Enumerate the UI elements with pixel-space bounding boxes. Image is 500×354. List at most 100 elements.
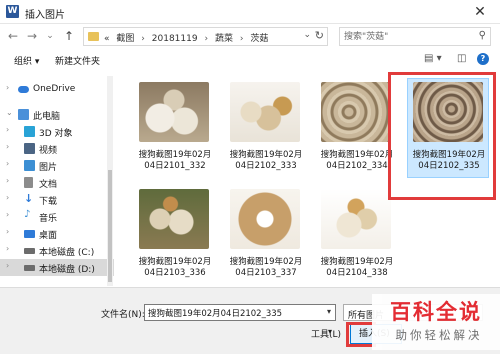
download-icon: ↓ [24,192,34,205]
breadcrumb-item[interactable]: 截图 [116,34,134,44]
help-icon[interactable]: ? [477,53,489,65]
file-thumbnail [230,189,300,249]
sidebar-item-drive-d[interactable]: › 本地磁盘 (D:) [0,259,114,276]
breadcrumb-item[interactable]: 蔬菜 [215,34,233,44]
sidebar-item-documents[interactable]: › 文档 [0,174,114,191]
file-name: 搜狗截图19年02月04日2104_338 [320,257,394,278]
organize-button[interactable]: 组织 ▾ [14,54,39,67]
filename-dropdown-icon[interactable]: ▾ [327,307,331,316]
breadcrumb-separator: › [204,34,209,44]
expand-arrow-icon[interactable]: › [6,142,9,151]
file-thumbnail [139,189,209,249]
expand-arrow-icon[interactable]: › [6,159,9,168]
expand-arrow-icon[interactable]: › [6,176,9,185]
sidebar-item-label: 下载 [39,197,58,207]
drive-icon [24,265,35,271]
cloud-icon [18,86,29,93]
sidebar-item-label: 图片 [39,163,58,173]
file-item[interactable]: 搜狗截图19年02月04日2104_338 [316,186,398,286]
sidebar-item-pictures[interactable]: › 图片 [0,157,114,174]
file-thumbnail [139,82,209,142]
sidebar-scrollbar-thumb[interactable] [108,170,112,282]
sidebar-item-label: 本地磁盘 (C:) [39,248,95,258]
breadcrumb-item[interactable]: 20181119 [152,34,198,44]
music-icon: ♪ [24,209,31,220]
refresh-icon[interactable]: ↻ [315,29,324,42]
sidebar-item-desktop[interactable]: › 桌面 [0,225,114,242]
sidebar-item-downloads[interactable]: › ↓ 下载 [0,191,114,208]
cube-icon [24,126,35,137]
file-item[interactable]: 搜狗截图19年02月04日2102_334 [316,79,398,179]
sidebar-item-label: 视频 [39,146,58,156]
expand-arrow-icon[interactable]: ⌄ [6,108,13,117]
filename-input[interactable] [144,304,336,321]
computer-icon [18,109,29,120]
breadcrumb-overflow[interactable]: « [104,34,110,44]
file-item[interactable]: 搜狗截图19年02月04日2102_333 [225,79,307,179]
preview-pane-icon[interactable]: ◫ [457,53,466,64]
sidebar-item-label: 本地磁盘 (D:) [39,265,95,275]
expand-arrow-icon[interactable]: › [6,244,9,253]
sidebar-item-drive-c[interactable]: › 本地磁盘 (C:) [0,242,114,259]
file-item[interactable]: 搜狗截图19年02月04日2101_332 [134,79,216,179]
new-folder-button[interactable]: 新建文件夹 [55,54,100,67]
sidebar-item-label: 文档 [39,180,58,190]
folder-icon [88,32,99,41]
video-icon [24,143,35,154]
file-thumbnail [230,82,300,142]
sidebar-item-label: 此电脑 [33,112,61,122]
sidebar-item-label: 3D 对象 [39,129,73,139]
word-app-icon: W [6,5,19,18]
highlight-frame [388,72,496,200]
file-name: 搜狗截图19年02月04日2102_334 [320,150,394,171]
chevron-down-icon[interactable]: ⌄ [303,30,311,40]
close-button[interactable]: ✕ [466,3,494,21]
file-name: 搜狗截图19年02月04日2103_336 [138,257,212,278]
filename-label: 文件名(N): [101,310,145,320]
expand-arrow-icon[interactable]: › [6,227,9,236]
expand-arrow-icon[interactable]: › [6,193,9,202]
drive-icon [24,248,35,254]
file-item[interactable]: 搜狗截图19年02月04日2103_337 [225,186,307,286]
file-item[interactable]: 搜狗截图19年02月04日2103_336 [134,186,216,286]
forward-button[interactable]: → [25,29,39,43]
title-bar: W 插入图片 ✕ [0,0,500,24]
search-input[interactable] [344,30,472,43]
breadcrumb-separator: › [141,34,145,44]
window-title: 插入图片 [25,10,65,21]
file-name: 搜狗截图19年02月04日2102_333 [229,150,303,171]
command-toolbar: 组织 ▾ 新建文件夹 ▤ ▾ ◫ ? [0,48,500,72]
sidebar-item-3d-objects[interactable]: › 3D 对象 [0,123,114,140]
back-button[interactable]: ← [6,29,20,43]
address-bar[interactable]: « 截图 › 20181119 › 蔬菜 › 茨菇 ⌄ ↻ [83,27,328,46]
watermark-subtitle: 助你轻松解决 [395,328,483,342]
sidebar-item-onedrive[interactable]: › OneDrive [0,81,114,98]
search-box[interactable]: ⚲ [339,27,491,46]
breadcrumb-separator: › [239,34,244,44]
document-icon [24,177,33,188]
expand-arrow-icon[interactable]: › [6,125,9,134]
file-thumbnail [321,189,391,249]
view-options-icon[interactable]: ▤ ▾ [424,53,442,64]
tools-button[interactable]: 工具(L) [311,327,341,340]
sidebar-item-music[interactable]: › ♪ 音乐 [0,208,114,225]
expand-arrow-icon[interactable]: › [6,210,9,219]
file-name: 搜狗截图19年02月04日2103_337 [229,257,303,278]
tools-dropdown-icon[interactable]: ▾ [328,327,332,336]
file-thumbnail [321,82,391,142]
breadcrumb-item[interactable]: 茨菇 [250,34,268,44]
expand-arrow-icon[interactable]: › [6,261,9,270]
recent-locations-button[interactable]: ⌄ [43,29,57,43]
navigation-bar: ← → ⌄ ↑ « 截图 › 20181119 › 蔬菜 › 茨菇 ⌄ ↻ ⚲ [0,24,500,48]
sidebar-item-label: 音乐 [39,214,58,224]
navigation-pane: › OneDrive ⌄ 此电脑 › 3D 对象 › 视频 › 图片 › 文档 … [0,76,114,286]
up-button[interactable]: ↑ [62,29,76,43]
watermark: 百科全说 助你轻松解决 [372,294,500,350]
expand-arrow-icon[interactable]: › [6,83,9,92]
watermark-title: 百科全说 [390,300,482,324]
sidebar-item-label: 桌面 [39,231,58,241]
search-icon[interactable]: ⚲ [479,30,486,41]
sidebar-item-this-pc[interactable]: ⌄ 此电脑 [0,106,114,123]
file-name: 搜狗截图19年02月04日2101_332 [138,150,212,171]
sidebar-item-videos[interactable]: › 视频 [0,140,114,157]
